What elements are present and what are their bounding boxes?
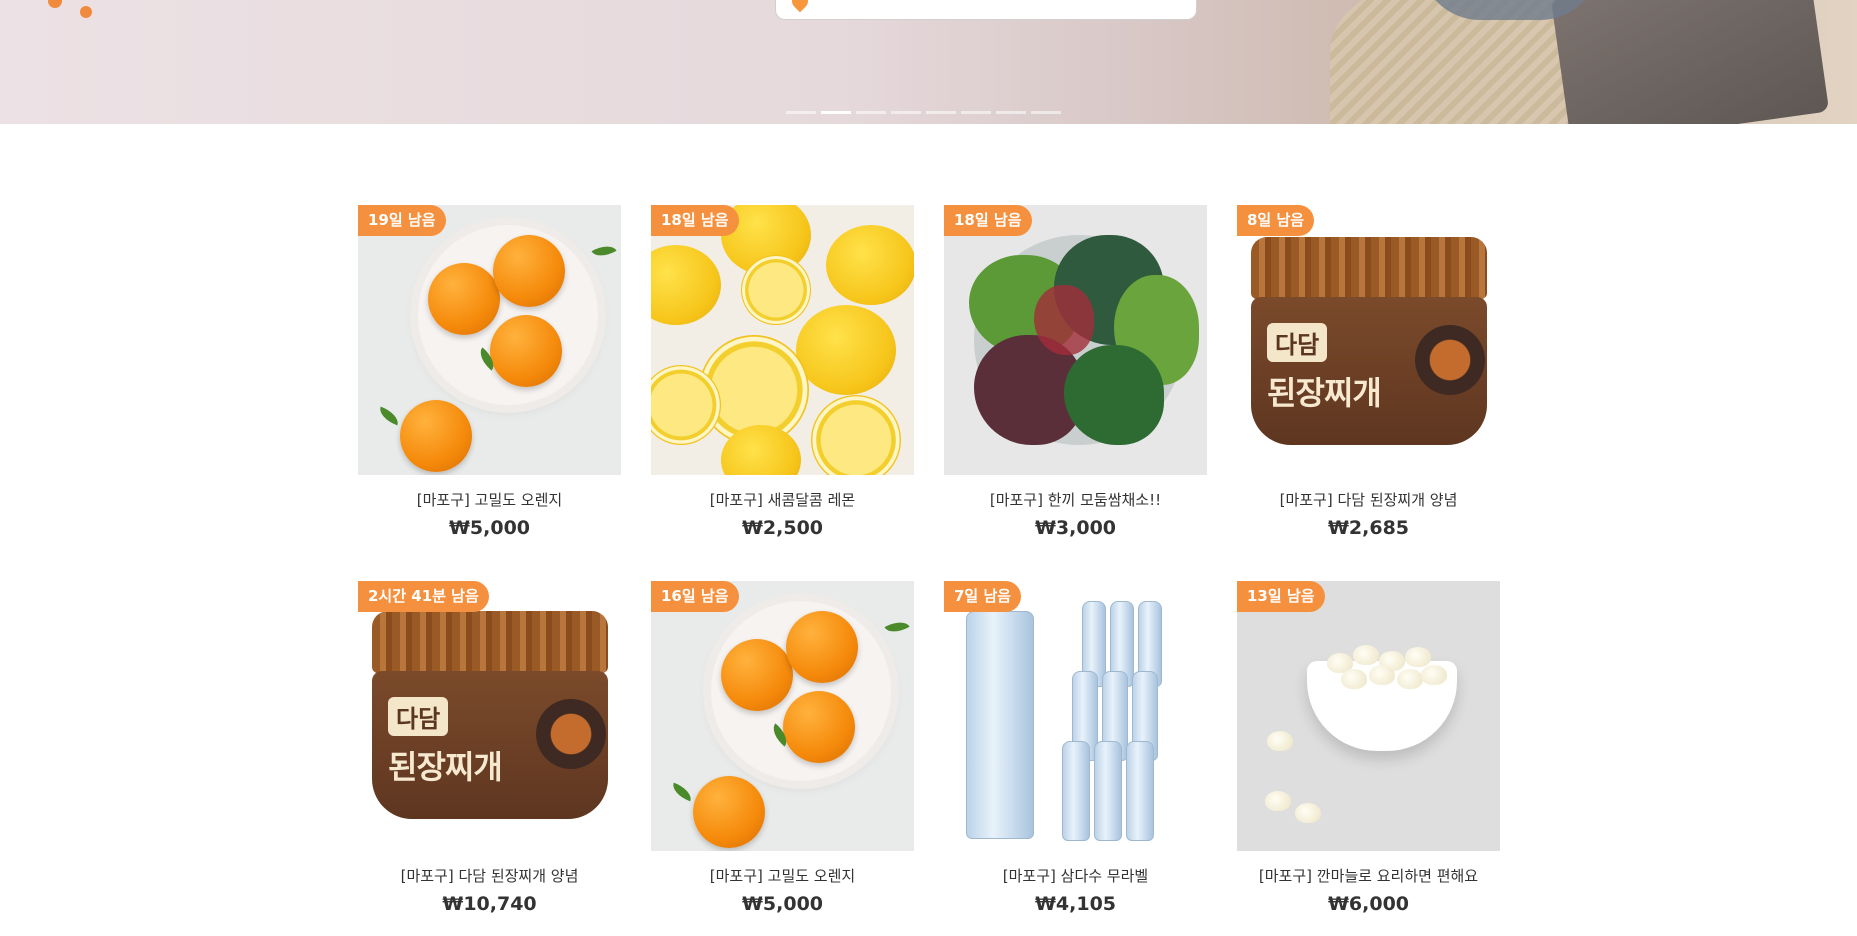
banner-fruit-decoration [48,0,62,8]
remaining-time-badge: 8일 남음 [1237,205,1315,236]
product-name[interactable]: [마포구] 새콤달콤 레몬 [651,489,914,510]
product-price: ₩5,000 [741,893,824,915]
jar-title-label: 된장찌개 [388,748,503,786]
remaining-time-badge: 18일 남음 [944,205,1032,236]
carousel-indicator[interactable] [891,111,921,114]
product-name[interactable]: [마포구] 깐마늘로 요리하면 편해요 [1237,865,1500,886]
remaining-time-badge: 19일 남음 [358,205,446,236]
product-image-doenjang-jar[interactable]: 2시간 41분 남음 다담 된장찌개 [358,581,621,851]
location-search-input[interactable] [775,0,1197,20]
jar-title-label: 된장찌개 [1267,374,1382,412]
carousel-indicator[interactable] [856,111,886,114]
carousel-indicator[interactable] [961,111,991,114]
remaining-time-badge: 13일 남음 [1237,581,1325,612]
remaining-time-badge: 16일 남음 [651,581,739,612]
location-pin-icon [788,0,812,13]
product-card[interactable]: 7일 남음 [마포구] 삼다수 무라벨 ₩4,105 [944,581,1207,915]
product-price: ₩3,000 [1034,517,1117,539]
product-price: ₩4,105 [1034,893,1117,915]
product-name[interactable]: [마포구] 한끼 모둠쌈채소!! [944,489,1207,510]
product-card[interactable]: 2시간 41분 남음 다담 된장찌개 [마포구] 다담 된장찌개 양념 ₩10,… [358,581,621,915]
remaining-time-badge: 7일 남음 [944,581,1022,612]
product-card[interactable]: 8일 남음 다담 된장찌개 [마포구] 다담 된장찌개 양념 ₩2,685 [1237,205,1500,539]
product-price: ₩2,500 [741,517,824,539]
product-name[interactable]: [마포구] 고밀도 오렌지 [651,865,914,886]
hero-banner[interactable] [0,0,1857,124]
product-card[interactable]: 13일 남음 [마포구] 깐마늘로 요리하면 편해요 ₩6,000 [1237,581,1500,915]
product-price: ₩10,740 [442,893,537,915]
product-name[interactable]: [마포구] 다담 된장찌개 양념 [1237,489,1500,510]
product-image-greens[interactable]: 18일 남음 [944,205,1207,475]
remaining-time-badge: 2시간 41분 남음 [358,581,489,612]
carousel-indicator[interactable] [786,111,816,114]
product-card[interactable]: 18일 남음 [마포구] 한끼 모둠쌈채소!! ₩3,000 [944,205,1207,539]
banner-fruit-decoration [80,6,92,18]
product-image-water-bottles[interactable]: 7일 남음 [944,581,1207,851]
carousel-indicator[interactable] [926,111,956,114]
remaining-time-badge: 18일 남음 [651,205,739,236]
banner-napkin-image [1550,0,1830,124]
product-price: ₩6,000 [1327,893,1410,915]
product-image-oranges[interactable]: 19일 남음 [358,205,621,475]
product-image-doenjang-jar[interactable]: 8일 남음 다담 된장찌개 [1237,205,1500,475]
carousel-indicator[interactable] [1031,111,1061,114]
product-image-oranges[interactable]: 16일 남음 [651,581,914,851]
product-name[interactable]: [마포구] 다담 된장찌개 양념 [358,865,621,886]
product-image-lemons[interactable]: 18일 남음 [651,205,914,475]
carousel-indicator-active[interactable] [821,111,851,114]
carousel-indicator[interactable] [996,111,1026,114]
product-name[interactable]: [마포구] 고밀도 오렌지 [358,489,621,510]
jar-brand-label: 다담 [1267,323,1328,362]
product-card[interactable]: 19일 남음 [마포구] 고밀도 오렌지 ₩5,000 [358,205,621,539]
carousel-indicators [786,111,1061,114]
product-grid: 19일 남음 [마포구] 고밀도 오렌지 ₩5,000 18일 남음 [마포구]… [358,205,1500,915]
product-card[interactable]: 16일 남음 [마포구] 고밀도 오렌지 ₩5,000 [651,581,914,915]
product-card[interactable]: 18일 남음 [마포구] 새콤달콤 레몬 ₩2,500 [651,205,914,539]
product-name[interactable]: [마포구] 삼다수 무라벨 [944,865,1207,886]
product-image-garlic[interactable]: 13일 남음 [1237,581,1500,851]
product-price: ₩5,000 [448,517,531,539]
jar-brand-label: 다담 [388,697,449,736]
product-price: ₩2,685 [1327,517,1410,539]
